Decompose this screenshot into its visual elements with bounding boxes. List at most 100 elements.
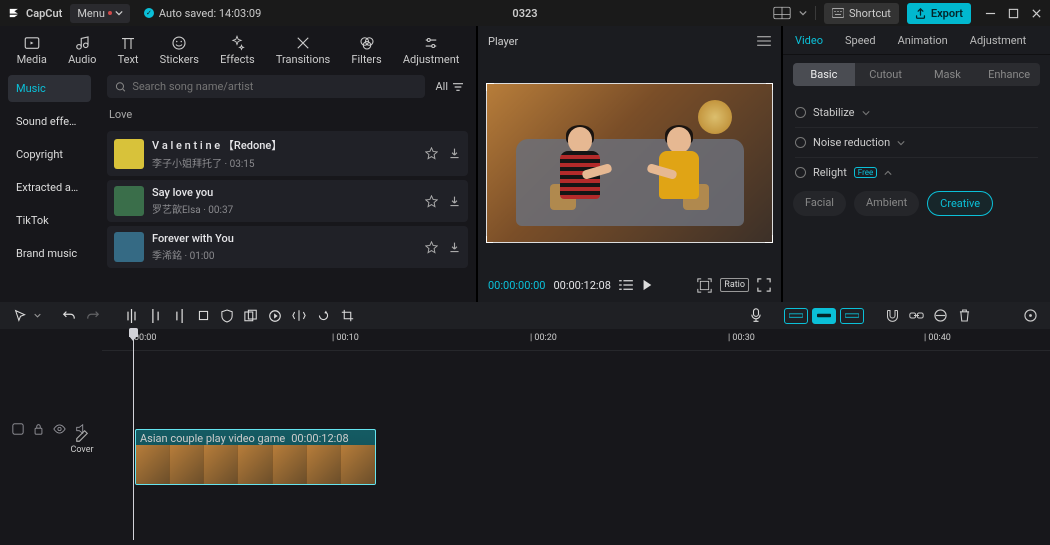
shield-icon[interactable]: [217, 306, 237, 326]
play-icon[interactable]: [641, 279, 653, 291]
crop2-icon[interactable]: [337, 306, 357, 326]
sidebar-item-tiktok[interactable]: TikTok: [8, 207, 91, 234]
song-list: V a l e n t i n e 【Redone】李子小姐拜托了 · 03:1…: [107, 131, 468, 268]
timeline-tracks[interactable]: 00:00 | 00:10 | 00:20 | 00:30 | 00:40 As…: [102, 329, 1050, 545]
video-clip[interactable]: Asian couple play video game00:00:12:08: [135, 429, 376, 485]
tab-text[interactable]: Text: [116, 32, 141, 68]
chevron-down-icon: [862, 109, 870, 117]
rotate-icon[interactable]: [313, 306, 333, 326]
stabilize-row[interactable]: Stabilize: [795, 98, 1038, 127]
snap-right[interactable]: [840, 308, 864, 324]
song-item[interactable]: V a l e n t i n e 【Redone】李子小姐拜托了 · 03:1…: [107, 131, 468, 176]
song-item[interactable]: Forever with You季浠銘 · 01:00: [107, 226, 468, 268]
tab-filters[interactable]: Filters: [349, 32, 383, 68]
selection-tool-icon[interactable]: [10, 306, 30, 326]
menu-button[interactable]: Menu: [70, 4, 130, 23]
mirror-icon[interactable]: [289, 306, 309, 326]
player-title: Player: [488, 35, 518, 48]
close-icon[interactable]: [1031, 8, 1042, 19]
subtab-cutout[interactable]: Cutout: [855, 63, 917, 86]
delete-icon[interactable]: [954, 306, 974, 326]
sidebar-item-brand[interactable]: Brand music: [8, 240, 91, 267]
player-menu-icon[interactable]: [757, 35, 771, 47]
snap-left[interactable]: [784, 308, 808, 324]
chip-ambient[interactable]: Ambient: [854, 191, 919, 216]
splitright-icon[interactable]: [169, 306, 189, 326]
scale-icon[interactable]: [697, 278, 712, 293]
tab-transitions[interactable]: Transitions: [274, 32, 332, 68]
tab-audio[interactable]: Audio: [66, 32, 98, 68]
zoom-slider-icon[interactable]: [1020, 306, 1040, 326]
mic-icon[interactable]: [746, 306, 766, 326]
search-input[interactable]: [107, 75, 425, 98]
timeline-panel: Cover 00:00 | 00:10 | 00:20 | 00:30 | 00…: [0, 329, 1050, 545]
chevron-down-icon[interactable]: [34, 312, 41, 319]
chevron-down-icon: [115, 9, 123, 17]
fullscreen-icon[interactable]: [757, 278, 771, 292]
toggle-off-icon[interactable]: [795, 107, 806, 118]
noise-row[interactable]: Noise reduction: [795, 127, 1038, 157]
download-icon[interactable]: [448, 195, 461, 208]
download-icon[interactable]: [448, 147, 461, 160]
favorite-icon[interactable]: [425, 241, 438, 254]
undo-icon[interactable]: [59, 306, 79, 326]
properties-panel: Video Speed Animation Adjustment Basic C…: [783, 26, 1050, 302]
chip-creative[interactable]: Creative: [927, 191, 993, 216]
chevron-up-icon: [884, 169, 892, 177]
reverse-icon[interactable]: [265, 306, 285, 326]
ruler-tick: | 00:20: [530, 333, 557, 343]
subtab-basic[interactable]: Basic: [793, 63, 855, 86]
cover-button[interactable]: Cover: [68, 429, 96, 455]
shortcut-button[interactable]: Shortcut: [824, 3, 899, 24]
list-icon[interactable]: [619, 279, 633, 291]
split-icon[interactable]: [121, 306, 141, 326]
magnet-icon[interactable]: [882, 306, 902, 326]
tab-animation[interactable]: Animation: [898, 34, 948, 47]
tab-stickers[interactable]: Stickers: [158, 32, 201, 68]
minimize-icon[interactable]: [985, 8, 996, 19]
ratio-button[interactable]: Ratio: [720, 278, 749, 292]
copy-icon[interactable]: [241, 306, 261, 326]
crop-icon[interactable]: [193, 306, 213, 326]
timeline-ruler[interactable]: 00:00 | 00:10 | 00:20 | 00:30 | 00:40: [102, 329, 1050, 351]
title-bar: CapCut Menu Auto saved: 14:03:09 0323 Sh…: [0, 0, 1050, 26]
snap-center[interactable]: [812, 308, 836, 324]
layout-icon[interactable]: [773, 6, 791, 20]
lock-icon[interactable]: [33, 423, 44, 435]
track-settings-icon[interactable]: [12, 423, 24, 435]
song-item[interactable]: Say love you罗艺歆Elsa · 00:37: [107, 180, 468, 222]
sidebar-item-copyright[interactable]: Copyright: [8, 141, 91, 168]
toggle-off-icon[interactable]: [795, 167, 806, 178]
sidebar-item-soundfx[interactable]: Sound effe…: [8, 108, 91, 135]
tab-media[interactable]: Media: [15, 32, 49, 68]
eye-icon[interactable]: [53, 424, 66, 434]
duration: 00:00:12:08: [553, 279, 610, 292]
player-controls: 00:00:00:00 00:00:12:08 Ratio: [478, 268, 781, 302]
download-icon[interactable]: [448, 241, 461, 254]
chip-facial[interactable]: Facial: [793, 191, 846, 216]
tab-adjustment[interactable]: Adjustment: [401, 32, 462, 68]
category-label: Love: [107, 104, 468, 125]
favorite-icon[interactable]: [425, 195, 438, 208]
tab-adjustment[interactable]: Adjustment: [970, 34, 1027, 47]
favorite-icon[interactable]: [425, 147, 438, 160]
chevron-down-icon[interactable]: [799, 9, 807, 17]
maximize-icon[interactable]: [1008, 8, 1019, 19]
redo-icon[interactable]: [83, 306, 103, 326]
splitleft-icon[interactable]: [145, 306, 165, 326]
subtab-enhance[interactable]: Enhance: [978, 63, 1040, 86]
toggle-off-icon[interactable]: [795, 137, 806, 148]
export-button[interactable]: Export: [907, 3, 971, 24]
subtab-mask[interactable]: Mask: [917, 63, 979, 86]
sidebar-item-extracted[interactable]: Extracted a…: [8, 174, 91, 201]
relight-row[interactable]: Relight Free: [795, 157, 1038, 187]
link-icon[interactable]: [906, 306, 926, 326]
audio-categories: Music Sound effe… Copyright Extracted a……: [0, 69, 99, 302]
tab-speed[interactable]: Speed: [845, 34, 876, 47]
tab-effects[interactable]: Effects: [218, 32, 257, 68]
preview-toggle-icon[interactable]: [930, 306, 950, 326]
filter-all[interactable]: All: [431, 75, 468, 98]
sidebar-item-music[interactable]: Music: [8, 75, 91, 102]
preview-viewport[interactable]: [478, 56, 781, 268]
tab-video[interactable]: Video: [795, 34, 823, 47]
